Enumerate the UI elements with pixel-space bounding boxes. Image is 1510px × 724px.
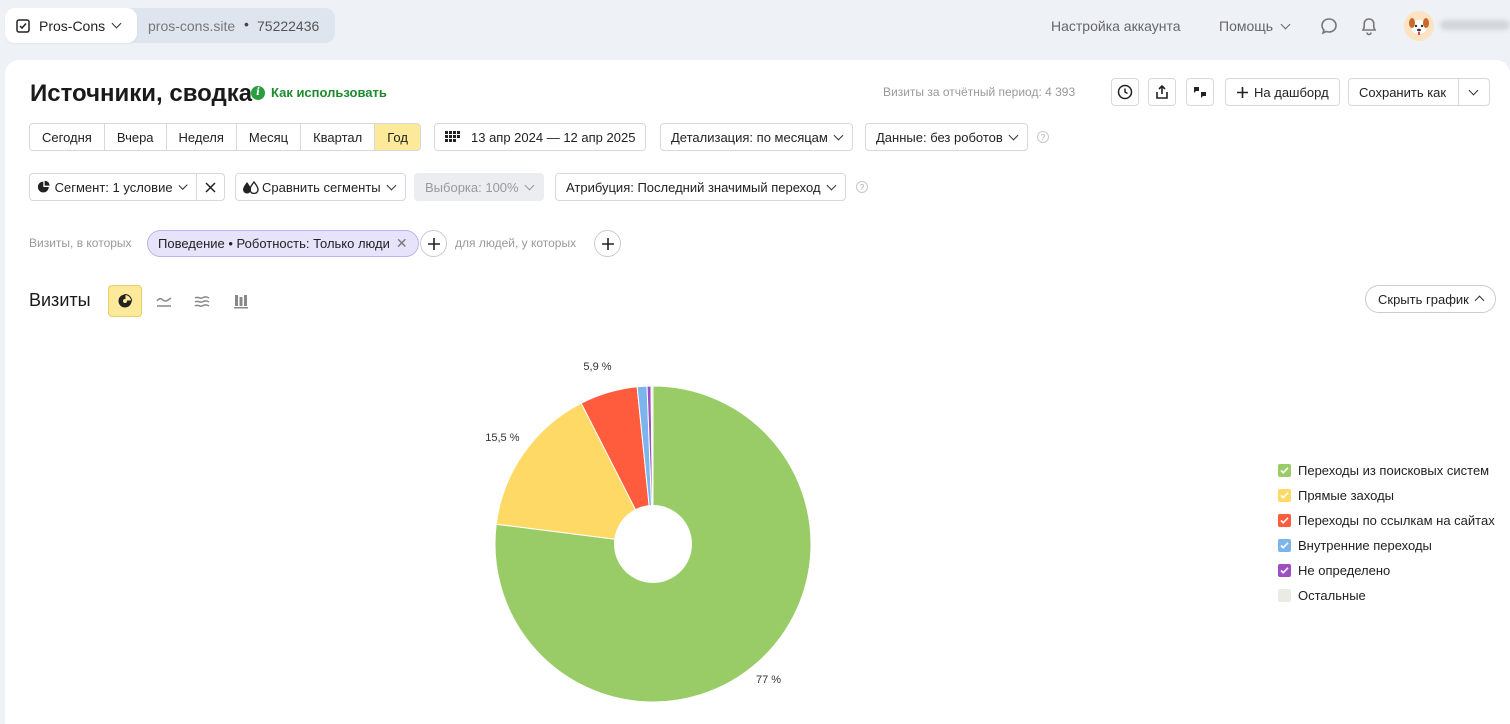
legend-label: Остальные bbox=[1298, 588, 1366, 603]
legend-item[interactable]: Переходы из поисковых систем bbox=[1278, 458, 1495, 483]
chart-legend: Переходы из поисковых систем Прямые заход… bbox=[1278, 458, 1495, 608]
help-menu[interactable]: Помощь bbox=[1219, 18, 1291, 34]
legend-item[interactable]: Прямые заходы bbox=[1278, 483, 1495, 508]
counter-id: 75222436 bbox=[257, 18, 320, 34]
dog-avatar-icon bbox=[1404, 11, 1434, 41]
chevron-down-icon bbox=[111, 18, 122, 29]
check-icon bbox=[1280, 492, 1289, 499]
report-panel: Источники, сводка i Как использовать Визи… bbox=[5, 60, 1510, 724]
legend-label: Прямые заходы bbox=[1298, 488, 1395, 503]
pie-slice-label: 77 % bbox=[756, 674, 782, 687]
check-icon bbox=[1280, 517, 1289, 524]
help-label: Помощь bbox=[1219, 18, 1274, 34]
checkbox-icon bbox=[16, 18, 30, 33]
site-selector[interactable]: Pros-Cons bbox=[5, 8, 137, 43]
chat-icon[interactable] bbox=[1318, 15, 1340, 37]
legend-checkbox[interactable] bbox=[1278, 514, 1291, 527]
check-icon bbox=[1280, 567, 1289, 574]
avatar[interactable] bbox=[1404, 11, 1434, 41]
legend-item[interactable]: Внутренние переходы bbox=[1278, 533, 1495, 558]
donut-hole bbox=[614, 505, 692, 583]
legend-item[interactable]: Остальные bbox=[1278, 583, 1495, 608]
pie-slice-label: 15,5 % bbox=[485, 431, 520, 444]
user-name-blurred[interactable] bbox=[1440, 20, 1510, 30]
legend-checkbox[interactable] bbox=[1278, 564, 1291, 577]
bell-icon[interactable] bbox=[1358, 15, 1380, 37]
account-settings-link[interactable]: Настройка аккаунта bbox=[1051, 18, 1181, 34]
legend-label: Переходы по ссылкам на сайтах bbox=[1298, 513, 1495, 528]
legend-checkbox[interactable] bbox=[1278, 589, 1291, 602]
legend-checkbox[interactable] bbox=[1278, 464, 1291, 477]
legend-label: Не определено bbox=[1298, 563, 1391, 578]
check-icon bbox=[1280, 467, 1289, 474]
chevron-down-icon bbox=[1280, 19, 1291, 29]
legend-label: Переходы из поисковых систем bbox=[1298, 463, 1490, 478]
top-bar: Pros-Cons pros-cons.site • 75222436 Наст… bbox=[0, 0, 1510, 52]
separator: • bbox=[244, 16, 249, 32]
legend-item[interactable]: Не определено bbox=[1278, 558, 1495, 583]
legend-checkbox[interactable] bbox=[1278, 539, 1291, 552]
site-name: Pros-Cons bbox=[39, 17, 106, 34]
domain[interactable]: pros-cons.site bbox=[148, 18, 235, 34]
pie-slice-label: 5,9 % bbox=[583, 361, 612, 374]
legend-item[interactable]: Переходы по ссылкам на сайтах bbox=[1278, 508, 1495, 533]
legend-checkbox[interactable] bbox=[1278, 489, 1291, 502]
legend-label: Внутренние переходы bbox=[1298, 538, 1432, 553]
pie-chart bbox=[494, 385, 812, 703]
check-icon bbox=[1280, 542, 1289, 549]
